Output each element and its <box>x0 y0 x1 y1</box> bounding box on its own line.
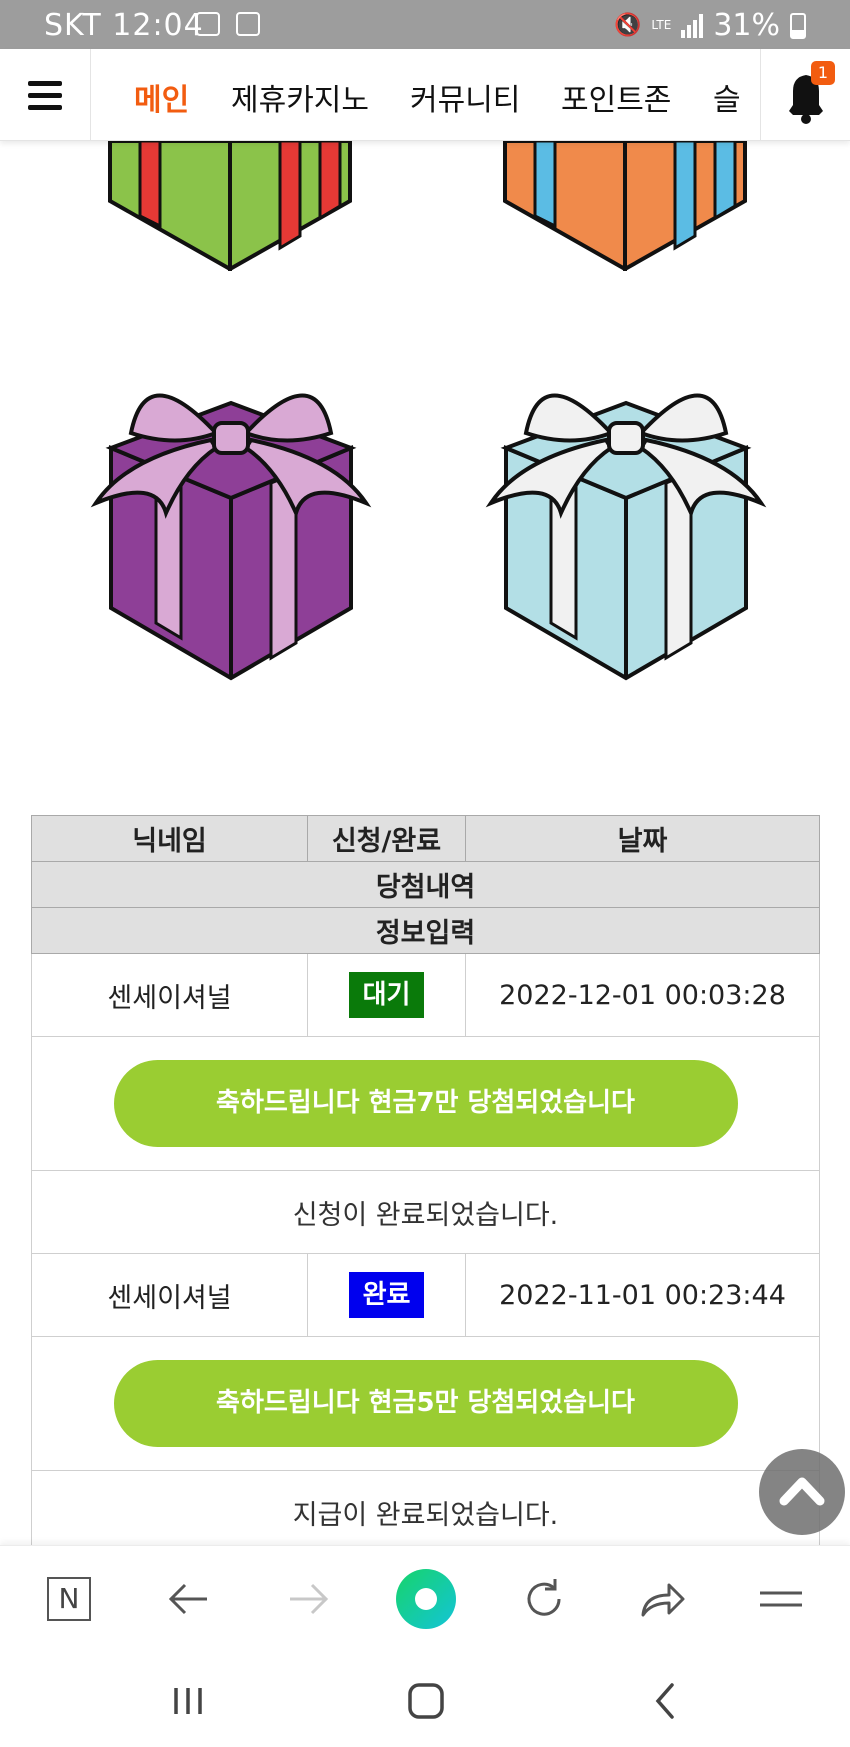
status-cell: 대기 <box>307 953 466 1037</box>
nav-item-main[interactable]: 메인 <box>134 75 189 119</box>
date-cell: 2022-11-01 00:23:44 <box>465 1253 820 1337</box>
top-navigation: 메인 제휴카지노 커뮤니티 포인트존 슬 1 <box>0 49 850 141</box>
table-row-prize: 축하드립니다 현금5만 당첨되었습니다 <box>31 1336 820 1471</box>
prize-cell: 축하드립니다 현금7만 당첨되었습니다 <box>31 1036 820 1171</box>
notification-button[interactable]: 1 <box>760 49 850 141</box>
forward-button[interactable] <box>275 1566 341 1632</box>
table-row: 센세이셔널 대기 2022-12-01 00:03:28 <box>31 953 820 1037</box>
table-row: 센세이셔널 완료 2022-11-01 00:23:44 <box>31 1253 820 1337</box>
nav-item-point-zone[interactable]: 포인트존 <box>561 75 671 119</box>
share-button[interactable] <box>630 1566 696 1632</box>
nav-item-community[interactable]: 커뮤니티 <box>410 75 520 119</box>
status-badge: 대기 <box>348 972 425 1018</box>
status-bar: SKT 12:04 🔇 LTE 31% <box>0 0 850 49</box>
network-type: LTE <box>651 18 672 32</box>
table-row-message: 신청이 완료되었습니다. <box>31 1170 820 1254</box>
prize-button[interactable]: 축하드립니다 현금7만 당첨되었습니다 <box>113 1060 738 1147</box>
table-row-prize: 축하드립니다 현금7만 당첨되었습니다 <box>31 1036 820 1171</box>
gift-box-blue[interactable] <box>481 378 771 683</box>
screenshot-notification-icon <box>196 12 220 36</box>
message-cell: 지급이 완료되었습니다. <box>31 1470 820 1554</box>
date-cell: 2022-12-01 00:03:28 <box>465 953 820 1037</box>
share-icon <box>641 1583 685 1617</box>
bell-icon <box>789 75 823 124</box>
naver-home-icon: N <box>47 1577 91 1621</box>
status-cell: 완료 <box>307 1253 466 1337</box>
signal-icon <box>681 13 704 38</box>
header-nickname: 닉네임 <box>31 815 308 862</box>
arrow-left-icon <box>168 1583 207 1615</box>
header-apply-complete: 신청/완료 <box>307 815 466 862</box>
refresh-button[interactable] <box>511 1566 577 1632</box>
gallery-notification-icon <box>236 12 260 36</box>
system-back-button[interactable] <box>635 1671 695 1731</box>
browser-menu-button[interactable] <box>748 1566 814 1632</box>
battery-icon <box>790 12 806 39</box>
notification-count-badge: 1 <box>811 61 835 85</box>
back-button[interactable] <box>156 1566 222 1632</box>
browser-toolbar: N <box>0 1545 850 1651</box>
recent-apps-button[interactable] <box>158 1671 218 1731</box>
arrow-right-icon <box>290 1583 329 1615</box>
prize-button[interactable]: 축하드립니다 현금5만 당첨되었습니다 <box>113 1360 738 1447</box>
table-header-row: 닉네임 신청/완료 날짜 <box>31 815 820 862</box>
green-dot-button[interactable] <box>393 1566 459 1632</box>
header-date: 날짜 <box>465 815 820 862</box>
nickname-cell: 센세이셔널 <box>31 953 308 1037</box>
gift-box-green[interactable] <box>105 141 355 271</box>
refresh-icon <box>527 1579 561 1616</box>
home-icon <box>408 1683 444 1719</box>
nav-item-slot[interactable]: 슬 <box>713 75 741 119</box>
gift-box-purple[interactable] <box>86 378 376 683</box>
prize-cell: 축하드립니다 현금5만 당첨되었습니다 <box>31 1336 820 1471</box>
nav-item-partner-casino[interactable]: 제휴카지노 <box>231 75 369 119</box>
nickname-cell: 센세이셔널 <box>31 1253 308 1337</box>
winnings-table: 닉네임 신청/완료 날짜 당첨내역 정보입력 센세이셔널 대기 2022-12-… <box>31 815 820 1554</box>
mute-icon: 🔇 <box>613 13 642 38</box>
status-right: 🔇 LTE 31% <box>614 8 806 43</box>
menu-icon[interactable] <box>0 49 91 141</box>
chevron-up-icon <box>779 1477 825 1506</box>
scroll-to-top-button[interactable] <box>759 1449 845 1535</box>
naver-home-button[interactable]: N <box>36 1566 102 1632</box>
gift-box-orange[interactable] <box>500 141 750 271</box>
menu-lines-icon <box>760 1591 802 1607</box>
home-button[interactable] <box>396 1671 456 1731</box>
status-badge: 완료 <box>348 1272 425 1318</box>
table-row-message: 지급이 완료되었습니다. <box>31 1470 820 1554</box>
table-subheader-row: 당첨내역 <box>31 861 820 908</box>
table-subheader-row: 정보입력 <box>31 907 820 954</box>
header-winning-history: 당첨내역 <box>31 861 820 908</box>
message-cell: 신청이 완료되었습니다. <box>31 1170 820 1254</box>
system-navigation-bar <box>0 1651 850 1747</box>
header-info-input: 정보입력 <box>31 907 820 954</box>
status-carrier-time: SKT 12:04 <box>44 8 204 43</box>
battery-percent: 31% <box>713 8 780 43</box>
recent-apps-icon <box>174 1688 202 1714</box>
green-dot-icon <box>396 1569 456 1629</box>
chevron-left-icon <box>655 1683 674 1719</box>
